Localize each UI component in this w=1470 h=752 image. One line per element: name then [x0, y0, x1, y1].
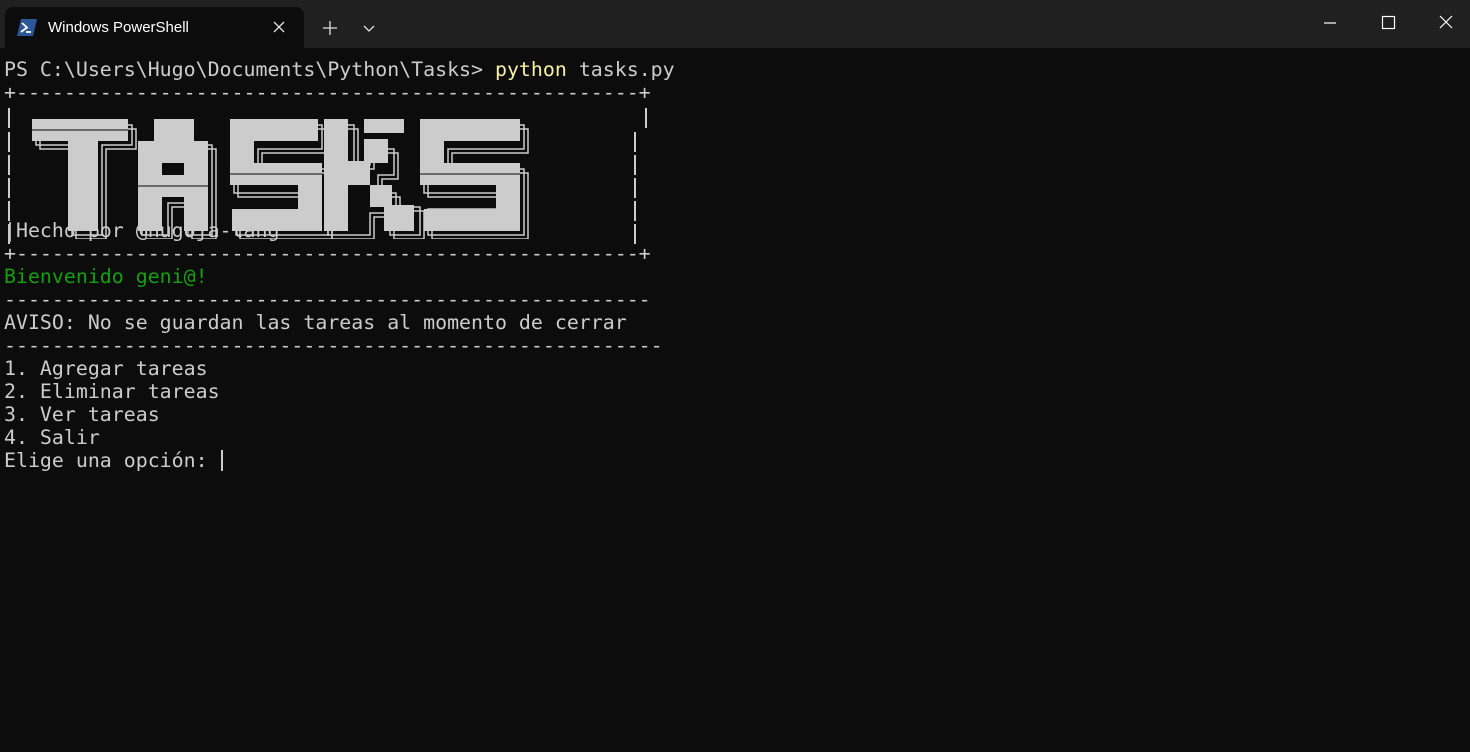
separator-bottom: ----------------------------------------… — [4, 334, 663, 357]
banner-right-border — [634, 224, 636, 244]
chevron-down-icon[interactable] — [359, 18, 379, 38]
banner-right-border — [634, 132, 636, 152]
plus-icon[interactable] — [319, 17, 341, 39]
menu-option-2: 2. Eliminar tareas — [4, 380, 220, 403]
banner: |Hecho por @hugoja-lang — [4, 104, 1470, 244]
banner-left-border — [8, 108, 10, 128]
banner-border-bottom: +---------------------------------------… — [4, 242, 651, 265]
text-cursor — [220, 450, 223, 471]
banner-left-border — [8, 132, 10, 152]
command-args: tasks.py — [566, 58, 675, 81]
maximize-icon[interactable] — [1374, 10, 1402, 36]
banner-border-top: +---------------------------------------… — [4, 81, 651, 104]
menu-option-4: 4. Salir — [4, 426, 100, 449]
credit-line: |Hecho por @hugoja-lang — [4, 219, 280, 242]
close-window-icon[interactable] — [1432, 10, 1460, 36]
banner-right-border — [634, 178, 636, 198]
separator-top: ----------------------------------------… — [4, 288, 651, 311]
close-icon[interactable] — [270, 18, 288, 36]
banner-left-border — [8, 201, 10, 221]
minimize-icon[interactable] — [1316, 10, 1344, 36]
menu-option-3: 3. Ver tareas — [4, 403, 160, 426]
title-bar: Windows PowerShell — [0, 0, 1470, 48]
menu-option-1: 1. Agregar tareas — [4, 357, 208, 380]
terminal-output[interactable]: PS C:\Users\Hugo\Documents\Python\Tasks>… — [4, 58, 1470, 752]
banner-right-border — [645, 108, 647, 128]
banner-left-border — [8, 178, 10, 198]
tab-title: Windows PowerShell — [48, 19, 189, 36]
powershell-icon — [17, 19, 37, 36]
welcome-message: Bienvenido geni@! — [4, 265, 208, 288]
banner-right-border — [634, 201, 636, 221]
prompt-text: PS C:\Users\Hugo\Documents\Python\Tasks> — [4, 58, 495, 81]
warning-message: AVISO: No se guardan las tareas al momen… — [4, 311, 627, 334]
input-line[interactable]: Elige una opción: — [4, 449, 1470, 472]
banner-right-border — [634, 155, 636, 175]
banner-left-border — [8, 155, 10, 175]
tab-windows-powershell[interactable]: Windows PowerShell — [5, 7, 304, 48]
input-prompt: Elige una opción: — [4, 449, 220, 472]
command-text: python — [494, 58, 567, 81]
command-line: PS C:\Users\Hugo\Documents\Python\Tasks>… — [4, 58, 1470, 81]
